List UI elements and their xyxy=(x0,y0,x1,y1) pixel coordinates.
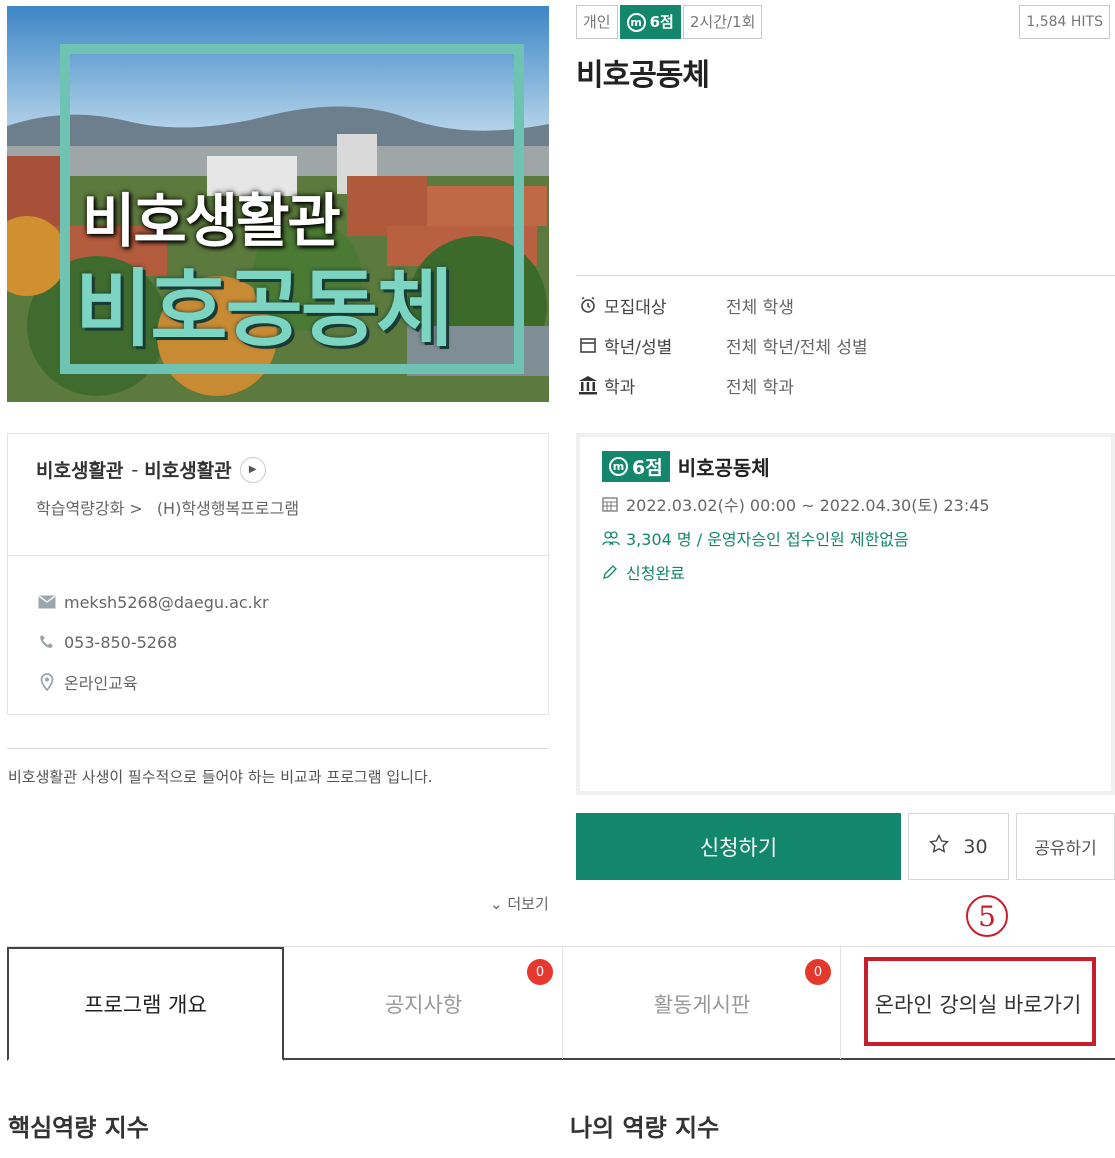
phone-text: 053-850-5268 xyxy=(64,632,178,652)
category-level2[interactable]: (H)학생행복프로그램 xyxy=(157,495,299,519)
host-name: 비호생활관 xyxy=(36,460,124,482)
contact-phone: 053-850-5268 xyxy=(36,622,548,662)
map-pin-icon xyxy=(36,673,58,691)
email-text[interactable]: meksh5268@daegu.ac.kr xyxy=(64,593,269,612)
duration-badge: 2시간/1회 xyxy=(682,5,763,39)
info-row-grade-gender: 학년/성별 전체 학년/전체 성별 xyxy=(576,325,1096,365)
core-competency-heading: 핵심역량 지수 xyxy=(8,1114,149,1142)
highlight-box xyxy=(864,957,1096,1046)
step-marker: 5 xyxy=(966,895,1008,937)
building-icon xyxy=(576,373,600,397)
info-row-department: 학과 전체 학과 xyxy=(576,365,1096,405)
alarm-clock-icon xyxy=(576,293,600,317)
type-badge: 개인 xyxy=(576,5,618,39)
host-dept: 비호생활관 xyxy=(144,460,232,482)
more-label: 더보기 xyxy=(507,895,549,913)
mail-icon xyxy=(36,595,58,609)
session-header: m 6점 비호공동체 xyxy=(602,451,1111,482)
notice-count-badge: 0 xyxy=(527,959,553,985)
host-detail-button[interactable]: ▶ xyxy=(239,456,266,483)
host-section: 비호생활관 - 비호생활관 ▶ 학습역량강화 > (H)학생행복프로그램 xyxy=(8,434,548,556)
contact-location: 온라인교육 xyxy=(36,662,548,702)
status-text: 신청완료 xyxy=(626,564,685,583)
program-description: 비호생활관 사생이 필수적으로 들어야 하는 비교과 프로그램 입니다. xyxy=(8,768,433,786)
mileage-icon: m xyxy=(609,457,628,476)
mileage-icon: m xyxy=(626,12,646,32)
host-line: 비호생활관 - 비호생활관 ▶ xyxy=(36,456,548,483)
host-separator: - xyxy=(131,458,139,481)
tab-overview[interactable]: 프로그램 개요 xyxy=(7,947,284,1061)
location-text: 온라인교육 xyxy=(64,674,138,693)
program-badges: 개인 m 6점 2시간/1회 xyxy=(576,5,764,39)
session-period: 2022.03.02(수) 00:00 ~ 2022.04.30(토) 23:4… xyxy=(602,492,1111,516)
share-button[interactable]: 공유하기 xyxy=(1016,813,1115,880)
phone-icon xyxy=(36,634,58,650)
eligibility-info: 모집대상 전체 학생 학년/성별 전체 학년/전체 성별 학과 전체 학과 xyxy=(576,285,1096,405)
info-row-target: 모집대상 전체 학생 xyxy=(576,285,1096,325)
apply-button[interactable]: 신청하기 xyxy=(576,813,901,880)
contact-section: meksh5268@daegu.ac.kr 053-850-5268 온라인교육 xyxy=(8,556,548,702)
star-icon xyxy=(929,833,950,859)
tab-activity-board[interactable]: 활동게시판 0 xyxy=(563,947,841,1061)
contact-email: meksh5268@daegu.ac.kr xyxy=(36,582,548,622)
host-card: 비호생활관 - 비호생활관 ▶ 학습역량강화 > (H)학생행복프로그램 mek… xyxy=(7,433,549,715)
pen-icon xyxy=(602,564,622,580)
favorite-button[interactable]: 30 xyxy=(908,813,1009,880)
hits-counter: 1,584 HITS xyxy=(1019,5,1110,39)
approval-text: / 운영자승인 접수인원 제한없음 xyxy=(696,530,909,549)
more-button[interactable]: ⌄ 더보기 xyxy=(490,893,549,914)
category-level1[interactable]: 학습역량강화 > xyxy=(36,495,143,519)
session-status: 신청완료 xyxy=(602,560,1111,584)
session-enrollment: 3,304 명 / 운영자승인 접수인원 제한없음 xyxy=(602,526,1111,550)
enrolled-count: 3,304 명 xyxy=(626,530,692,549)
divider xyxy=(576,275,1115,276)
info-label: 모집대상 xyxy=(604,297,667,318)
hero-title-line2: 비호공동체 xyxy=(75,260,453,358)
users-icon xyxy=(602,530,622,546)
info-value: 전체 학과 xyxy=(726,377,794,398)
calendar-icon xyxy=(576,333,600,357)
tab-label: 공지사항 xyxy=(384,993,463,1017)
points-badge-label: 6점 xyxy=(649,13,674,31)
period-text: 2022.03.02(수) 00:00 ~ 2022.04.30(토) 23:4… xyxy=(626,496,990,515)
activity-count-badge: 0 xyxy=(805,959,831,985)
favorite-count: 30 xyxy=(963,835,988,858)
tab-notices[interactable]: 공지사항 0 xyxy=(284,947,563,1061)
session-points: 6점 xyxy=(632,457,663,479)
program-thumbnail: 비호생활관 비호공동체 xyxy=(7,6,549,402)
session-points-badge: m 6점 xyxy=(602,451,670,482)
calendar-grid-icon xyxy=(602,496,622,512)
divider xyxy=(7,748,549,749)
info-value: 전체 학생 xyxy=(726,297,794,318)
tab-label: 활동게시판 xyxy=(653,993,751,1017)
info-label: 학과 xyxy=(604,377,636,398)
info-label: 학년/성별 xyxy=(604,337,673,358)
my-competency-heading: 나의 역량 지수 xyxy=(570,1114,720,1142)
page-title: 비호공동체 xyxy=(576,58,710,93)
points-badge: m 6점 xyxy=(619,5,681,39)
session-title: 비호공동체 xyxy=(677,456,770,480)
info-value: 전체 학년/전체 성별 xyxy=(726,337,868,358)
category-breadcrumb: 학습역량강화 > (H)학생행복프로그램 xyxy=(36,495,548,519)
session-card: m 6점 비호공동체 2022.03.02(수) 00:00 ~ 2022.04… xyxy=(576,433,1115,795)
